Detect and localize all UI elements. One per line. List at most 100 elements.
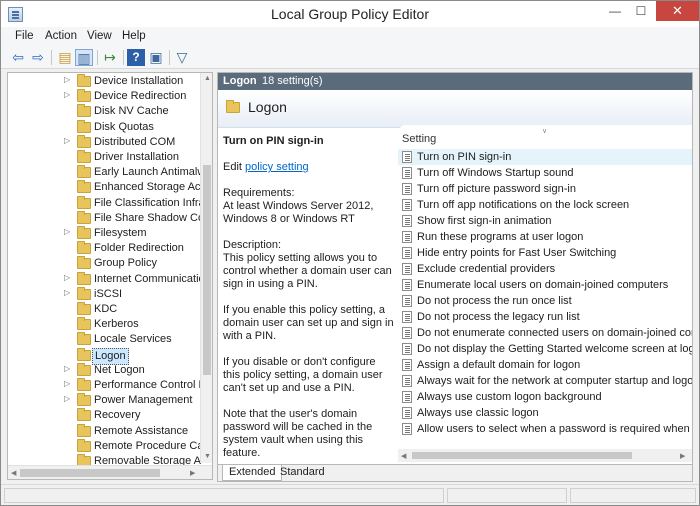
tree-item[interactable]: Driver Installation (8, 150, 200, 165)
expand-arrow-icon[interactable]: ▷ (64, 379, 70, 388)
tree-item[interactable]: ▷ Distributed COM (8, 134, 200, 150)
tree-item[interactable]: Recovery (8, 408, 200, 423)
policy-description: Turn on PIN sign-in Edit policy setting … (223, 135, 395, 473)
setting-row[interactable]: Do not process the run once list (398, 293, 692, 309)
tree-item[interactable]: Enhanced Storage Acce (8, 180, 202, 195)
close-button[interactable]: ✕ (656, 1, 699, 21)
tree-horizontal-scrollbar[interactable]: ◀ ▶ (8, 465, 212, 479)
tree-item[interactable]: KDC (8, 302, 200, 317)
tree-item-label: Internet Communicatio (94, 272, 202, 285)
show-hide-tree-icon[interactable]: ▥ (75, 49, 93, 66)
setting-row[interactable]: Turn off app notifications on the lock s… (398, 197, 692, 213)
tree-item[interactable]: ▷ iSCSI (8, 286, 200, 302)
tree-item[interactable]: Group Policy (8, 256, 200, 271)
tree-item[interactable]: File Classification Infras (8, 195, 202, 211)
menu-action[interactable]: Action (45, 30, 77, 42)
maximize-button[interactable]: ☐ (628, 1, 654, 21)
menu-file[interactable]: File (15, 30, 34, 42)
tab-standard[interactable]: Standard (274, 465, 331, 481)
tree-item[interactable]: ▷ Power Management (8, 393, 200, 408)
minimize-button[interactable]: — (602, 1, 628, 21)
menu-view[interactable]: View (87, 30, 112, 42)
setting-row[interactable]: Exclude credential providers (398, 261, 692, 277)
setting-row[interactable]: Enumerate local users on domain-joined c… (398, 277, 692, 293)
policy-setting-icon (402, 199, 412, 211)
scroll-right-arrow-icon[interactable]: ▶ (190, 469, 195, 477)
tree-item[interactable]: Folder Redirection (8, 241, 200, 256)
setting-row[interactable]: Always use custom logon background (398, 389, 692, 405)
scroll-right-arrow-icon[interactable]: ▶ (680, 452, 685, 460)
expand-arrow-icon[interactable]: ▷ (64, 394, 70, 403)
setting-row[interactable]: Turn off picture password sign-in (398, 181, 692, 197)
tree-item[interactable]: Remote Assistance (8, 423, 200, 439)
policy-setting-icon (402, 295, 412, 307)
setting-row[interactable]: Do not enumerate connected users on doma… (398, 325, 692, 341)
scroll-down-arrow-icon[interactable]: ▼ (204, 453, 211, 460)
setting-row[interactable]: Assign a default domain for logon (398, 357, 692, 373)
sort-arrow-icon[interactable]: ∨ (542, 127, 547, 135)
setting-label: Always use classic logon (417, 407, 539, 419)
note-text: Note that the user's domain password wil… (223, 408, 373, 459)
setting-label: Allow users to select when a password is… (417, 423, 692, 435)
setting-row[interactable]: Always use classic logon (398, 405, 692, 421)
settings-list: ∨ Setting Turn on PIN sign-in Turn off Wi… (398, 125, 692, 465)
tree-hscroll-thumb[interactable] (20, 469, 160, 477)
setting-row[interactable]: Turn on PIN sign-in (398, 149, 692, 165)
tree-item[interactable]: Early Launch Antimalw (8, 165, 202, 180)
tree-vertical-scrollbar[interactable]: ▲ ▼ (200, 73, 212, 463)
tree-scroll-thumb[interactable] (203, 165, 211, 375)
setting-row[interactable]: Show first sign-in animation (398, 213, 692, 229)
scroll-left-arrow-icon[interactable]: ◀ (401, 452, 406, 460)
enable-text: If you enable this policy setting, a dom… (223, 304, 394, 342)
tree-item[interactable]: Logon (8, 347, 200, 365)
category-banner: Logon (218, 90, 692, 128)
settings-hscroll-thumb[interactable] (412, 452, 632, 459)
toolbar-separator (97, 50, 98, 65)
folder-icon (77, 195, 91, 209)
forward-arrow-icon[interactable]: ⇨ (29, 49, 47, 66)
expand-arrow-icon[interactable]: ▷ (64, 227, 70, 236)
expand-arrow-icon[interactable]: ▷ (64, 136, 70, 145)
expand-arrow-icon[interactable]: ▷ (64, 273, 70, 282)
tree-item[interactable]: Kerberos (8, 317, 200, 332)
setting-row[interactable]: Run these programs at user logon (398, 229, 692, 245)
export-list-icon[interactable]: ↦ (101, 49, 119, 66)
expand-arrow-icon[interactable]: ▷ (64, 75, 70, 84)
setting-row[interactable]: Do not display the Getting Started welco… (398, 341, 692, 357)
tree-item[interactable]: ▷ Device Installation (8, 74, 200, 89)
tree-item[interactable]: ▷ Device Redirection (8, 89, 200, 104)
tree-item[interactable]: Disk NV Cache (8, 104, 200, 119)
tree-item[interactable]: ▷ Filesystem (8, 226, 200, 241)
policy-setting-icon (402, 167, 412, 179)
expand-arrow-icon[interactable]: ▷ (64, 364, 70, 373)
tree-item[interactable]: ▷ Net Logon (8, 362, 200, 378)
setting-row[interactable]: Hide entry points for Fast User Switchin… (398, 245, 692, 261)
policy-setting-icon (402, 407, 412, 419)
back-arrow-icon[interactable]: ⇦ (9, 49, 27, 66)
column-header-setting[interactable]: Setting (402, 133, 436, 145)
tree-item-label: Recovery (94, 409, 141, 422)
up-folder-icon[interactable]: ▤ (56, 49, 74, 66)
setting-row[interactable]: Always wait for the network at computer … (398, 373, 692, 389)
settings-horizontal-scrollbar[interactable]: ◀ ▶ (398, 449, 692, 462)
menu-help[interactable]: Help (122, 30, 146, 42)
expand-arrow-icon[interactable]: ▷ (64, 90, 70, 99)
setting-row[interactable]: Allow users to select when a password is… (398, 421, 692, 437)
tree-item-label: Driver Installation (94, 151, 179, 163)
help-icon[interactable]: ? (127, 49, 145, 66)
tree-item[interactable]: File Share Shadow Copy (8, 210, 202, 226)
tree-item[interactable]: ▷ Performance Control P (8, 378, 202, 393)
tree-item[interactable]: Remote Procedure Call (8, 438, 202, 454)
expand-arrow-icon[interactable]: ▷ (64, 288, 70, 297)
setting-row[interactable]: Do not process the legacy run list (398, 309, 692, 325)
setting-label: Assign a default domain for logon (417, 359, 581, 371)
tree-item[interactable]: Disk Quotas (8, 119, 200, 135)
properties-icon[interactable]: ▣ (147, 49, 165, 66)
setting-row[interactable]: Turn off Windows Startup sound (398, 165, 692, 181)
filter-icon[interactable]: ▽ (173, 49, 191, 66)
tree-item[interactable]: Locale Services (8, 332, 200, 347)
scroll-up-arrow-icon[interactable]: ▲ (204, 75, 211, 82)
tree-item[interactable]: ▷ Internet Communicatio (8, 271, 202, 287)
scroll-left-arrow-icon[interactable]: ◀ (11, 469, 16, 477)
edit-policy-link[interactable]: policy setting (245, 161, 309, 173)
